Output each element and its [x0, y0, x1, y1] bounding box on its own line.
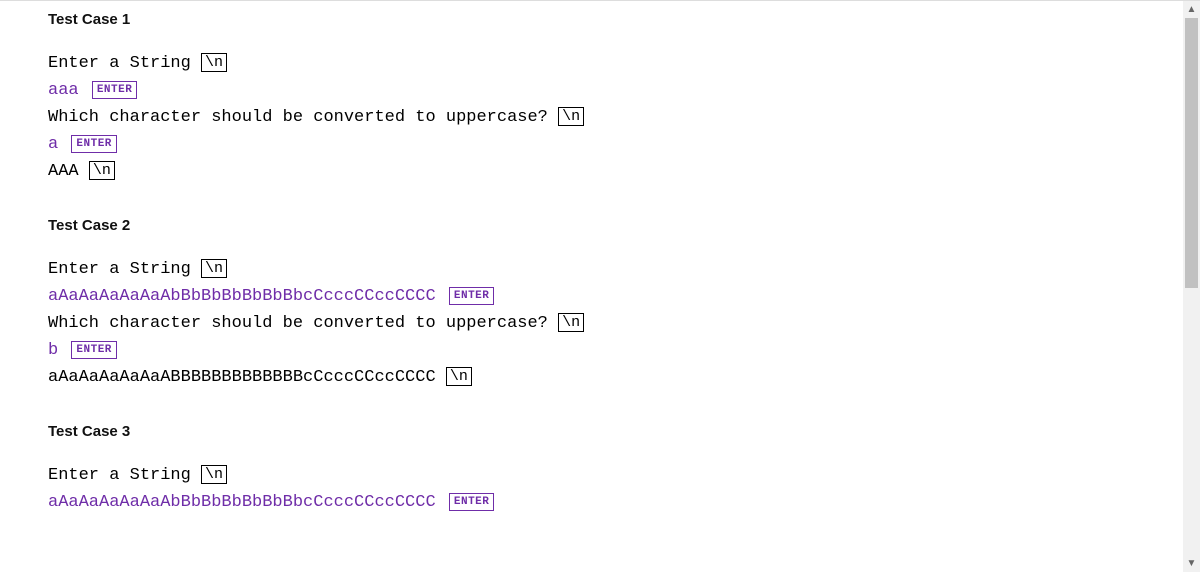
newline-key: \n — [558, 313, 584, 332]
io-block: Enter a String \naaa ENTERWhich characte… — [48, 50, 1183, 185]
io-line: Which character should be converted to u… — [48, 310, 1183, 337]
user-input: b — [48, 341, 58, 360]
user-input: a — [48, 135, 58, 154]
io-line: b ENTER — [48, 337, 1183, 364]
scrollbar-thumb[interactable] — [1185, 18, 1198, 288]
test-case-title: Test Case 1 — [48, 11, 1183, 28]
scroll-down-arrow[interactable]: ▼ — [1183, 555, 1200, 572]
content-scroll[interactable]: Test Case 1Enter a String \naaa ENTERWhi… — [0, 1, 1183, 572]
newline-key: \n — [558, 107, 584, 126]
program-output: Enter a String — [48, 54, 191, 73]
test-case: Test Case 1Enter a String \naaa ENTERWhi… — [48, 11, 1183, 185]
io-line: aAaAaAaAaAaABBBBBBBBBBBBBcCcccCCccCCCC \… — [48, 364, 1183, 391]
program-output: aAaAaAaAaAaABBBBBBBBBBBBBcCcccCCccCCCC — [48, 368, 436, 387]
user-input: aAaAaAaAaAaAbBbBbBbBbBbBbcCcccCCccCCCC — [48, 287, 436, 306]
program-output: Which character should be converted to u… — [48, 314, 548, 333]
test-case-title: Test Case 3 — [48, 423, 1183, 440]
test-case: Test Case 3Enter a String \naAaAaAaAaAaA… — [48, 423, 1183, 516]
viewport: Test Case 1Enter a String \naaa ENTERWhi… — [0, 0, 1200, 572]
io-line: AAA \n — [48, 158, 1183, 185]
io-line: aaa ENTER — [48, 77, 1183, 104]
io-line: Enter a String \n — [48, 462, 1183, 489]
newline-key: \n — [446, 367, 472, 386]
enter-key: ENTER — [71, 341, 117, 359]
program-output: Enter a String — [48, 260, 191, 279]
io-line: Enter a String \n — [48, 50, 1183, 77]
user-input: aAaAaAaAaAaAbBbBbBbBbBbBbcCcccCCccCCCC — [48, 493, 436, 512]
program-output: Enter a String — [48, 466, 191, 485]
user-input: aaa — [48, 81, 79, 100]
io-line: Enter a String \n — [48, 256, 1183, 283]
newline-key: \n — [89, 161, 115, 180]
newline-key: \n — [201, 53, 227, 72]
newline-key: \n — [201, 465, 227, 484]
program-output: AAA — [48, 162, 79, 181]
io-line: a ENTER — [48, 131, 1183, 158]
enter-key: ENTER — [92, 81, 138, 99]
enter-key: ENTER — [71, 135, 117, 153]
scroll-up-arrow[interactable]: ▲ — [1183, 1, 1200, 18]
program-output: Which character should be converted to u… — [48, 108, 548, 127]
enter-key: ENTER — [449, 493, 495, 511]
io-line: aAaAaAaAaAaAbBbBbBbBbBbBbcCcccCCccCCCC E… — [48, 489, 1183, 516]
io-line: Which character should be converted to u… — [48, 104, 1183, 131]
test-case: Test Case 2Enter a String \naAaAaAaAaAaA… — [48, 217, 1183, 391]
io-block: Enter a String \naAaAaAaAaAaAbBbBbBbBbBb… — [48, 256, 1183, 391]
io-line: aAaAaAaAaAaAbBbBbBbBbBbBbcCcccCCccCCCC E… — [48, 283, 1183, 310]
test-case-title: Test Case 2 — [48, 217, 1183, 234]
vertical-scrollbar[interactable]: ▲ ▼ — [1183, 1, 1200, 572]
io-block: Enter a String \naAaAaAaAaAaAbBbBbBbBbBb… — [48, 462, 1183, 516]
newline-key: \n — [201, 259, 227, 278]
enter-key: ENTER — [449, 287, 495, 305]
